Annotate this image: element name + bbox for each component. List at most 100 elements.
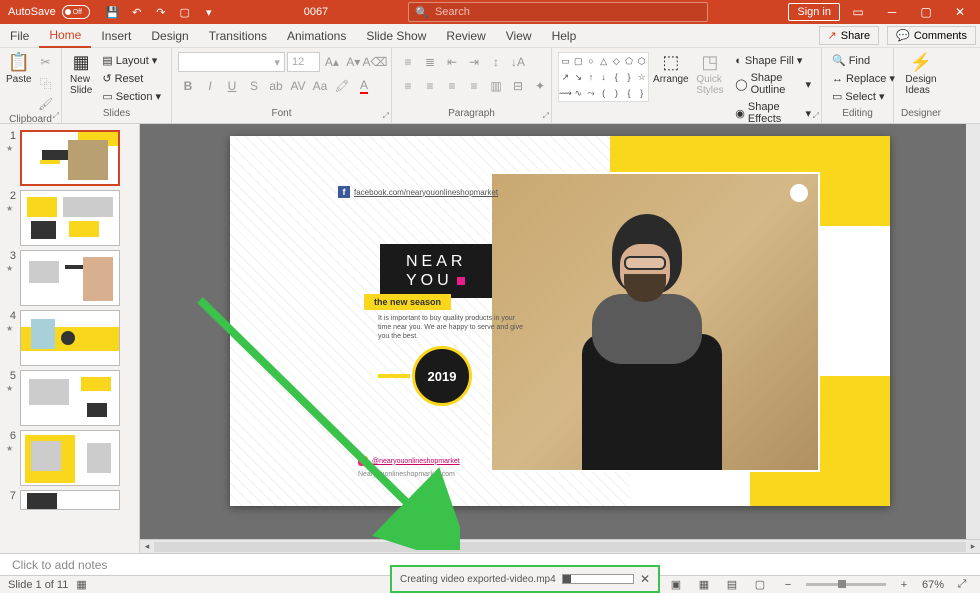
ribbon-tabs: File Home Insert Design Transitions Anim… xyxy=(0,24,980,48)
arrange-button[interactable]: ⬚Arrange xyxy=(653,52,689,85)
slide-thumb-5[interactable] xyxy=(20,370,120,426)
increase-font-icon[interactable]: A▴ xyxy=(322,52,341,72)
slide-thumb-7[interactable] xyxy=(20,490,120,510)
autosave-toggle[interactable]: AutoSave Off xyxy=(0,5,98,19)
tab-design[interactable]: Design xyxy=(141,24,198,48)
normal-view-icon[interactable]: ▣ xyxy=(666,578,686,591)
clipboard-launcher[interactable]: ⤢ xyxy=(53,111,59,121)
fit-window-icon[interactable]: ⤢ xyxy=(952,578,972,591)
minimize-button[interactable]: ─ xyxy=(876,0,908,24)
shape-effects-button[interactable]: ◉ Shape Effects ▾ xyxy=(731,99,815,127)
maximize-button[interactable]: ▢ xyxy=(910,0,942,24)
tab-file[interactable]: File xyxy=(0,24,39,48)
layout-button[interactable]: ▤ Layout ▾ xyxy=(98,52,165,69)
decrease-font-icon[interactable]: A▾ xyxy=(344,52,363,72)
ribbon-display-icon[interactable]: ▭ xyxy=(842,0,874,24)
underline-icon[interactable]: U xyxy=(222,76,242,96)
indent-left-icon[interactable]: ⇤ xyxy=(442,52,462,72)
present-icon[interactable]: ▢ xyxy=(174,1,196,23)
columns-icon[interactable]: ▥ xyxy=(486,76,506,96)
tab-home[interactable]: Home xyxy=(39,24,91,48)
zoom-slider[interactable] xyxy=(806,583,886,586)
sorter-view-icon[interactable]: ▦ xyxy=(694,578,714,591)
paste-button[interactable]: 📋Paste xyxy=(6,52,32,85)
toggle-switch[interactable]: Off xyxy=(62,5,90,19)
slideshow-view-icon[interactable]: ▢ xyxy=(750,578,770,591)
case-icon[interactable]: Aa xyxy=(310,76,330,96)
font-family-select[interactable]: ▾ xyxy=(178,52,285,72)
accessibility-icon[interactable]: ▦ xyxy=(76,578,86,591)
font-color-icon[interactable]: A xyxy=(354,76,374,96)
slide-thumb-4[interactable] xyxy=(20,310,120,366)
export-label: Creating video exported-video.mp4 xyxy=(400,574,556,585)
strike-icon[interactable]: S xyxy=(244,76,264,96)
sign-in-button[interactable]: Sign in xyxy=(788,3,840,21)
font-size-select[interactable]: 12 xyxy=(287,52,320,72)
tab-review[interactable]: Review xyxy=(436,24,495,48)
zoom-in-icon[interactable]: + xyxy=(894,579,914,591)
cut-icon[interactable]: ✂ xyxy=(36,52,56,72)
drawing-launcher[interactable]: ⤢ xyxy=(813,111,819,121)
bold-icon[interactable]: B xyxy=(178,76,198,96)
text-direction-icon[interactable]: ↓A xyxy=(508,52,528,72)
new-slide-button[interactable]: ▦New Slide xyxy=(68,52,94,96)
clear-format-icon[interactable]: A⌫ xyxy=(365,52,385,72)
bullets-icon[interactable]: ≡ xyxy=(398,52,418,72)
tab-animations[interactable]: Animations xyxy=(277,24,356,48)
slide-thumb-2[interactable] xyxy=(20,190,120,246)
search-box[interactable]: 🔍 Search xyxy=(408,2,708,22)
redo-icon[interactable]: ↷ xyxy=(150,1,172,23)
horizontal-scrollbar[interactable]: ◂▸ xyxy=(140,539,980,553)
align-left-icon[interactable]: ≡ xyxy=(398,76,418,96)
scroll-left-icon[interactable]: ◂ xyxy=(140,541,154,552)
quick-styles-button[interactable]: ◳Quick Styles xyxy=(693,52,728,96)
find-button[interactable]: 🔍 Find xyxy=(828,52,899,69)
select-button[interactable]: ▭ Select ▾ xyxy=(828,88,899,105)
tab-view[interactable]: View xyxy=(496,24,542,48)
reset-button[interactable]: ↺ Reset xyxy=(98,70,165,87)
align-center-icon[interactable]: ≡ xyxy=(420,76,440,96)
save-icon[interactable]: 💾 xyxy=(102,1,124,23)
smartart-icon[interactable]: ✦ xyxy=(530,76,550,96)
font-launcher[interactable]: ⤢ xyxy=(383,111,389,121)
justify-icon[interactable]: ≡ xyxy=(464,76,484,96)
copy-icon[interactable]: ⿻ xyxy=(36,73,56,93)
slide-thumb-6[interactable] xyxy=(20,430,120,486)
align-right-icon[interactable]: ≡ xyxy=(442,76,462,96)
scroll-right-icon[interactable]: ▸ xyxy=(966,541,980,552)
tab-insert[interactable]: Insert xyxy=(91,24,141,48)
paragraph-launcher[interactable]: ⤢ xyxy=(543,111,549,121)
align-text-icon[interactable]: ⊟ xyxy=(508,76,528,96)
shadow-icon[interactable]: ab xyxy=(266,76,286,96)
tab-transitions[interactable]: Transitions xyxy=(199,24,277,48)
section-button[interactable]: ▭ Section ▾ xyxy=(98,88,165,105)
zoom-out-icon[interactable]: − xyxy=(778,579,798,591)
slide-thumb-1[interactable] xyxy=(20,130,120,186)
vertical-scrollbar[interactable] xyxy=(966,124,980,539)
close-button[interactable]: ✕ xyxy=(944,0,976,24)
export-cancel-button[interactable]: ✕ xyxy=(640,572,650,586)
qat-dropdown-icon[interactable]: ▾ xyxy=(198,1,220,23)
undo-icon[interactable]: ↶ xyxy=(126,1,148,23)
design-ideas-button[interactable]: ⚡Design Ideas xyxy=(900,52,942,96)
italic-icon[interactable]: I xyxy=(200,76,220,96)
line-spacing-icon[interactable]: ↕ xyxy=(486,52,506,72)
share-button[interactable]: ↗Share xyxy=(819,26,880,45)
shapes-gallery[interactable]: ▭▢○△◇⬠⬡ ↗↘↑↓{}☆ ⟿∿⤳(){} xyxy=(558,52,649,102)
spacing-icon[interactable]: AV xyxy=(288,76,308,96)
slide-thumb-3[interactable] xyxy=(20,250,120,306)
numbering-icon[interactable]: ≣ xyxy=(420,52,440,72)
indent-right-icon[interactable]: ⇥ xyxy=(464,52,484,72)
shape-fill-button[interactable]: ◐ Shape Fill ▾ xyxy=(731,52,815,69)
replace-button[interactable]: ↔ Replace ▾ xyxy=(828,70,899,87)
tab-slideshow[interactable]: Slide Show xyxy=(356,24,436,48)
tab-help[interactable]: Help xyxy=(542,24,587,48)
slide-canvas[interactable]: ffacebook.com/nearyouonlineshopmarket NE… xyxy=(230,136,890,506)
reading-view-icon[interactable]: ▤ xyxy=(722,578,742,591)
title-bar: AutoSave Off 💾 ↶ ↷ ▢ ▾ 0067 🔍 Search Sig… xyxy=(0,0,980,24)
zoom-percent[interactable]: 67% xyxy=(922,579,944,591)
comments-button[interactable]: 💬Comments xyxy=(887,26,976,45)
highlight-icon[interactable]: 🖍 xyxy=(332,76,352,96)
instagram-icon xyxy=(358,456,368,466)
shape-outline-button[interactable]: ◯ Shape Outline ▾ xyxy=(731,70,815,98)
